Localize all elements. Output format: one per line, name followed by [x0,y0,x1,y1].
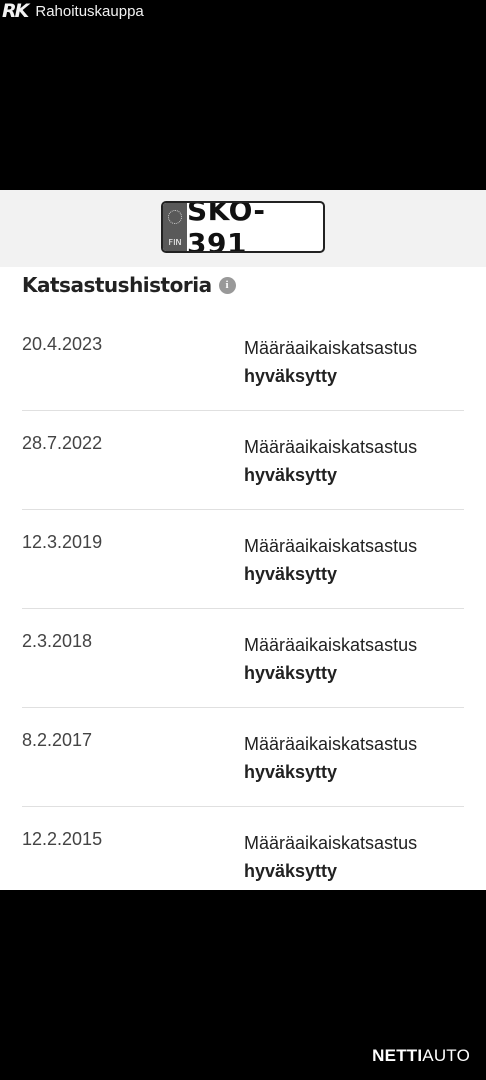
section-title: Katsastushistoria i [22,273,236,297]
rahoituskauppa-logo: RK Rahoituskauppa [0,0,144,22]
inspection-date: 8.2.2017 [22,730,93,750]
license-plate-band: FIN SKO-391 [0,190,486,267]
license-plate: FIN SKO-391 [161,201,325,253]
inspection-date: 28.7.2022 [22,433,103,453]
brand-bold: NETTI [372,1046,423,1065]
inspection-list: 20.4.2023 Määräaikaiskatsastus hyväksytt… [22,312,464,906]
info-icon[interactable]: i [218,276,236,294]
inspection-date: 20.4.2023 [22,334,103,354]
inspection-row: 8.2.2017 Määräaikaiskatsastus hyväksytty [22,708,464,807]
inspection-result: Määräaikaiskatsastus hyväksytty [244,334,417,390]
inspection-result: Määräaikaiskatsastus hyväksytty [244,532,417,588]
nettiauto-logo: NETTIAUTO [372,1046,470,1066]
inspection-history-section: Katsastushistoria i 20.4.2023 Määräaikai… [0,267,486,890]
inspection-status: hyväksytty [244,762,338,782]
inspection-type: Määräaikaiskatsastus [244,734,418,754]
inspection-row: 12.3.2019 Määräaikaiskatsastus hyväksytt… [22,510,464,609]
eu-stars-icon [168,210,182,224]
plate-country-strip: FIN [163,203,187,251]
logo-mark: RK [2,0,29,22]
inspection-row: 20.4.2023 Määräaikaiskatsastus hyväksytt… [22,312,464,411]
inspection-status: hyväksytty [244,861,338,881]
inspection-type: Määräaikaiskatsastus [244,437,418,457]
bottom-black-area: NETTIAUTO [0,890,486,1080]
inspection-status: hyväksytty [244,465,338,485]
inspection-result: Määräaikaiskatsastus hyväksytty [244,730,417,786]
inspection-type: Määräaikaiskatsastus [244,536,418,556]
top-black-area: RK Rahoituskauppa [0,0,486,190]
logo-text: Rahoituskauppa [35,2,144,20]
inspection-row: 28.7.2022 Määräaikaiskatsastus hyväksytt… [22,411,464,510]
inspection-type: Määräaikaiskatsastus [244,338,418,358]
inspection-date: 2.3.2018 [22,631,93,651]
section-title-text: Katsastushistoria [22,273,212,297]
plate-country-code: FIN [168,238,182,247]
inspection-date: 12.2.2015 [22,829,103,849]
inspection-status: hyväksytty [244,366,338,386]
inspection-date: 12.3.2019 [22,532,103,552]
inspection-status: hyväksytty [244,564,338,584]
inspection-result: Määräaikaiskatsastus hyväksytty [244,631,417,687]
inspection-result: Määräaikaiskatsastus hyväksytty [244,433,417,489]
inspection-type: Määräaikaiskatsastus [244,833,418,853]
inspection-row: 2.3.2018 Määräaikaiskatsastus hyväksytty [22,609,464,708]
plate-number: SKO-391 [187,201,266,253]
inspection-result: Määräaikaiskatsastus hyväksytty [244,829,417,885]
brand-rest: AUTO [422,1046,470,1065]
inspection-type: Määräaikaiskatsastus [244,635,418,655]
inspection-status: hyväksytty [244,663,338,683]
